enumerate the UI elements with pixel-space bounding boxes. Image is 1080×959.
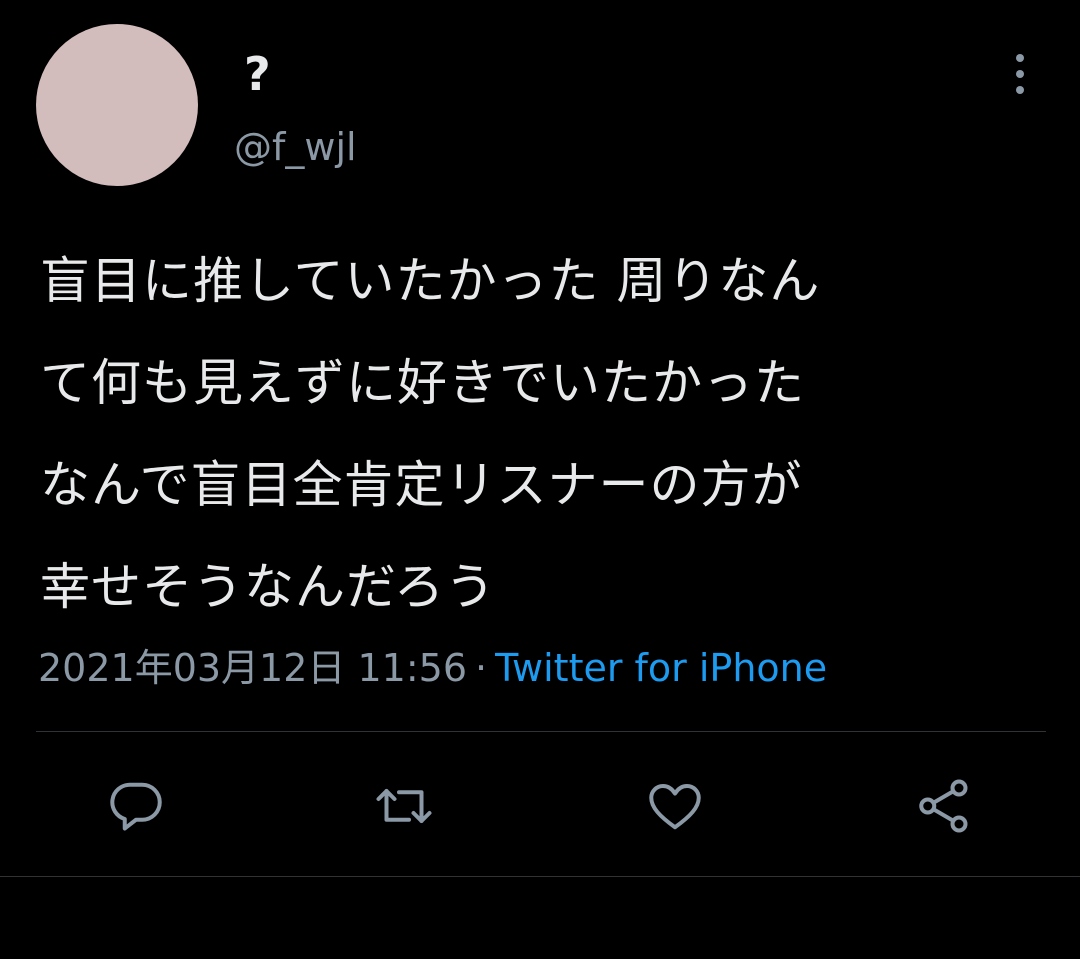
tweet-text-line: なんで盲目全肯定リスナーの方が bbox=[40, 456, 803, 514]
tweet-timestamp[interactable]: 2021年03月12日 11:56 bbox=[38, 646, 467, 690]
divider bbox=[36, 731, 1046, 732]
share-button[interactable] bbox=[912, 774, 976, 838]
metadata-separator: · bbox=[475, 646, 488, 690]
avatar[interactable] bbox=[36, 24, 198, 186]
more-options-dot bbox=[1016, 86, 1024, 94]
more-options-icon[interactable] bbox=[994, 44, 1046, 104]
tweet-source-link[interactable]: Twitter for iPhone bbox=[495, 646, 827, 690]
tweet-metadata: 2021年03月12日 11:56 · Twitter for iPhone bbox=[38, 640, 827, 696]
tweet-text-line: 幸せそうなんだろう bbox=[40, 558, 496, 616]
display-name[interactable]: ? bbox=[244, 44, 271, 104]
more-options-dot bbox=[1016, 70, 1024, 78]
like-icon bbox=[649, 784, 701, 830]
retweet-icon bbox=[376, 789, 432, 823]
tweet-text-line: て何も見えずに好きでいたかった bbox=[40, 354, 805, 412]
user-handle[interactable]: @f_wjl bbox=[234, 122, 357, 172]
more-options-dot bbox=[1016, 54, 1024, 62]
tweet-text: 盲目に推していたかった 周りなん て何も見えずに好きでいたかった なんで盲目全肯… bbox=[40, 230, 1050, 638]
reply-button[interactable] bbox=[104, 774, 168, 838]
like-button[interactable] bbox=[643, 774, 707, 838]
divider bbox=[0, 876, 1080, 877]
reply-icon bbox=[110, 782, 162, 831]
share-icon bbox=[919, 779, 968, 833]
retweet-button[interactable] bbox=[372, 774, 436, 838]
tweet-text-line: 盲目に推していたかった 周りなん bbox=[40, 252, 821, 310]
